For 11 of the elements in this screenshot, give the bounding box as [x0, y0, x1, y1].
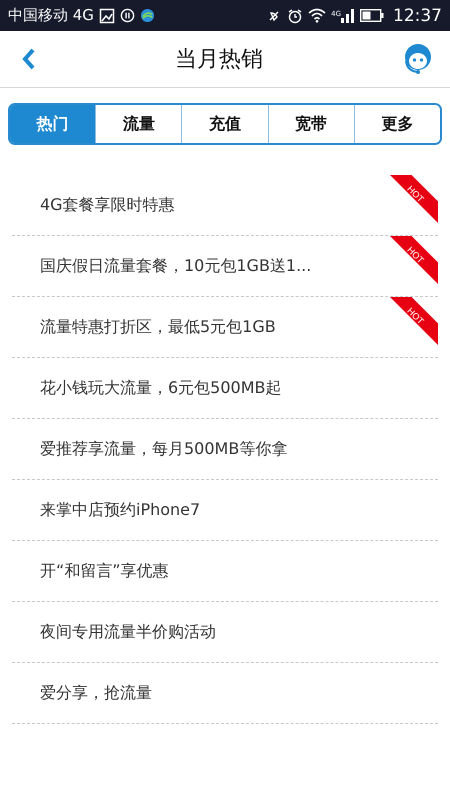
category-tab[interactable]: 更多 [354, 105, 440, 143]
promotion-item[interactable]: 爱推荐享流量，每月500MB等你拿 [12, 419, 438, 480]
promotion-item[interactable]: 来掌中店预约iPhone7 [12, 480, 438, 541]
promotion-item[interactable]: 爱分享，抢流量 [12, 663, 438, 724]
page-title: 当月热销 [175, 46, 263, 74]
promotion-item[interactable]: 夜间专用流量半价购活动 [12, 602, 438, 663]
carrier-name: 中国移动 4G [8, 6, 94, 25]
promotion-item[interactable]: 开“和留言”享优惠 [12, 541, 438, 602]
category-tab[interactable]: 热门 [10, 105, 96, 143]
clock-time: 12:37 [393, 6, 442, 26]
promotion-item[interactable]: 花小钱玩大流量，6元包500MB起 [12, 358, 438, 419]
